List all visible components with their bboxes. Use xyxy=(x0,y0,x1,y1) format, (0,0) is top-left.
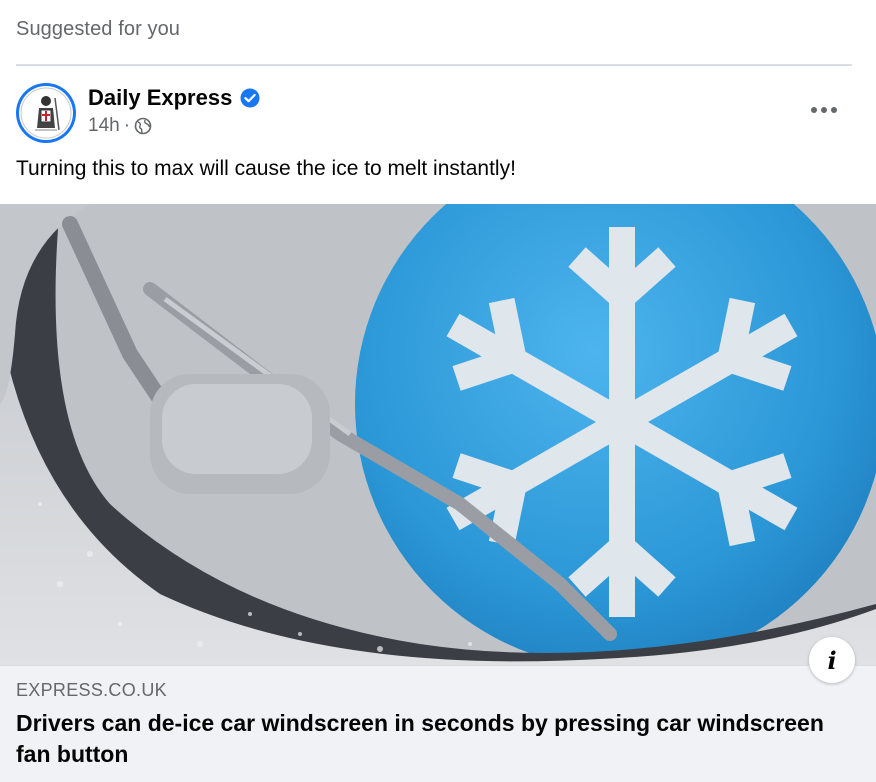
post-meta: 14h · xyxy=(88,115,152,137)
link-preview-box[interactable]: EXPRESS.CO.UK Drivers can de-ice car win… xyxy=(0,665,876,782)
more-options-button[interactable] xyxy=(800,92,848,128)
page-name[interactable]: Daily Express xyxy=(88,85,232,111)
verified-badge-icon xyxy=(240,88,260,108)
daily-express-crusader-logo xyxy=(19,86,73,140)
ellipsis-icon xyxy=(811,107,837,113)
divider xyxy=(16,64,852,66)
frosted-windscreen-snowflake-image xyxy=(0,204,876,665)
suggested-for-you-label: Suggested for you xyxy=(16,18,181,40)
post-timestamp[interactable]: 14h xyxy=(88,115,120,137)
avatar[interactable] xyxy=(16,83,76,143)
link-headline: Drivers can de-ice car windscreen in sec… xyxy=(16,710,824,767)
link-domain: EXPRESS.CO.UK xyxy=(16,680,167,700)
link-preview-image[interactable] xyxy=(0,204,876,665)
meta-separator: · xyxy=(123,115,131,136)
post-text: Turning this to max will cause the ice t… xyxy=(16,157,516,180)
globe-icon xyxy=(134,117,152,135)
info-button[interactable]: i xyxy=(809,637,855,683)
suggested-post-card: Suggested for you Daily Express 14h · Tu… xyxy=(0,0,876,782)
